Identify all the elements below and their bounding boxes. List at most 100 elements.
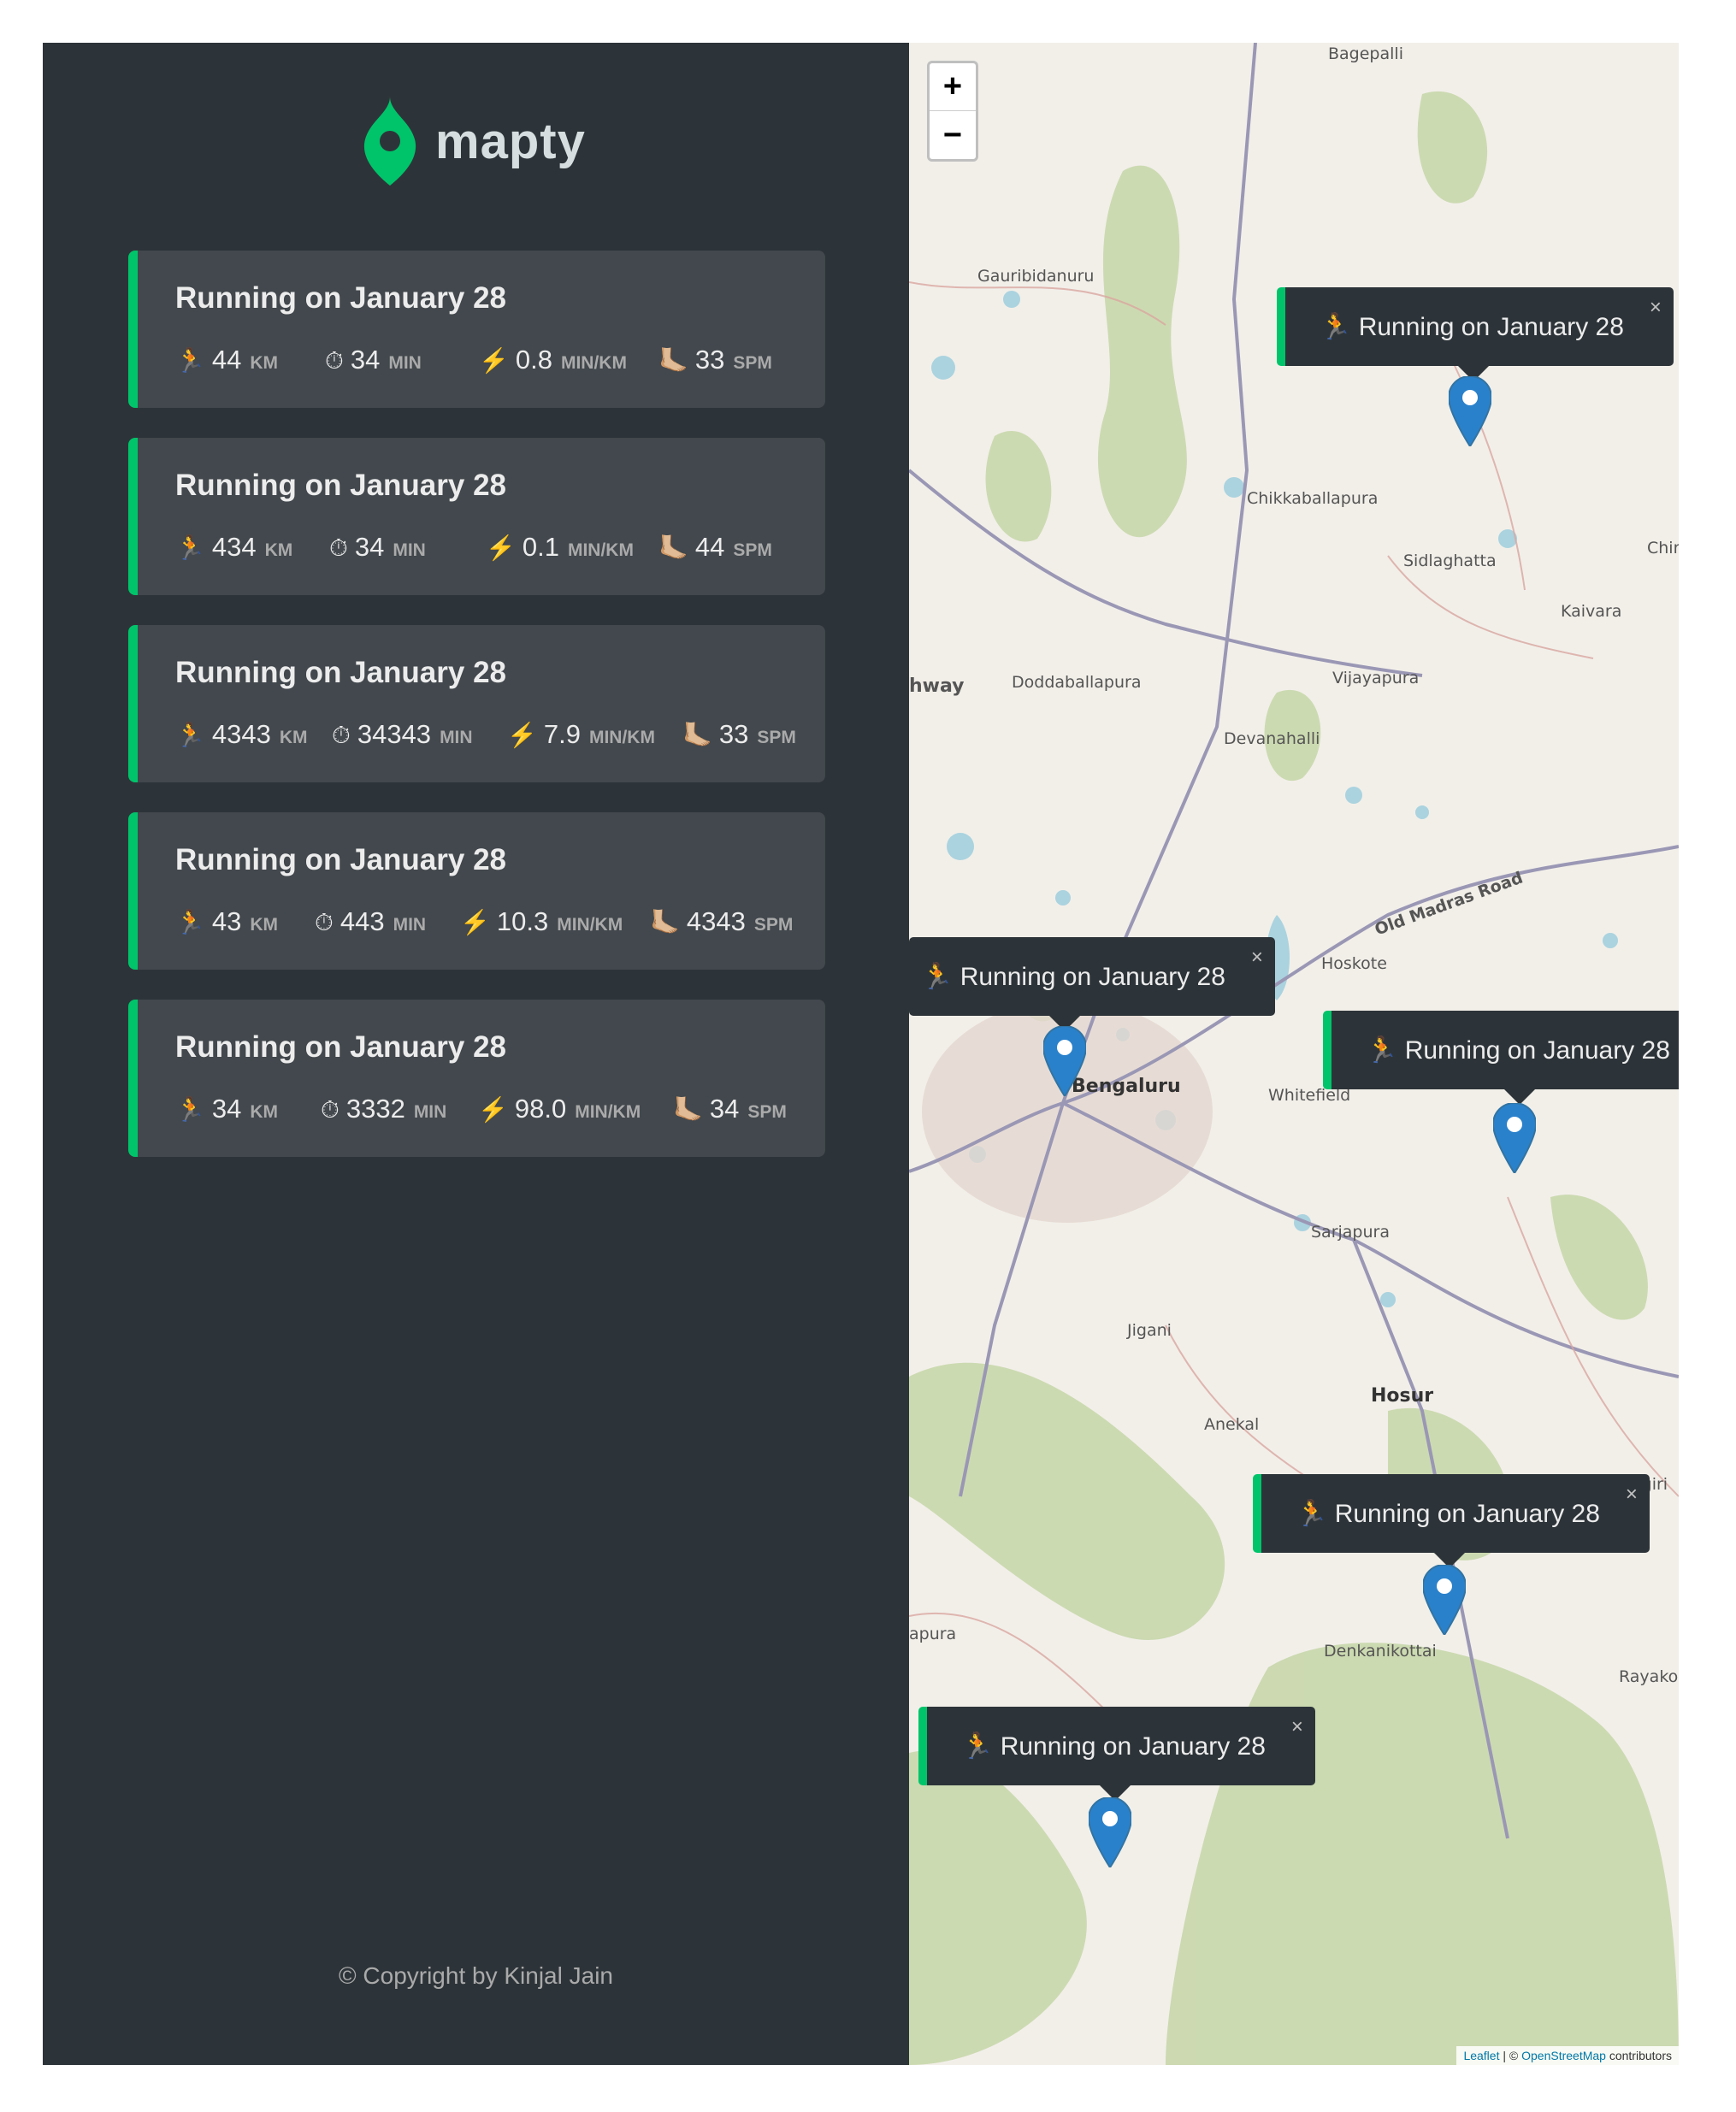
workout-item[interactable]: Running on January 28 🏃 34 km ⏱ 3332 min ⚡️ 9…	[128, 1000, 825, 1157]
workout-popup[interactable]: 🏃 Running on January 28 ×	[1277, 287, 1674, 381]
map-marker-icon[interactable]	[1089, 1797, 1131, 1867]
distance-detail: 🏃 44 km	[175, 345, 325, 375]
workout-details: 🏃 34 km ⏱ 3332 min ⚡️ 98.0 min/km 🦶🏼 34 spm	[175, 1094, 787, 1124]
distance-value: 44	[211, 345, 242, 375]
stopwatch-icon: ⏱	[332, 722, 351, 748]
place-label: hway	[909, 675, 965, 697]
stopwatch-icon: ⏱	[321, 1096, 340, 1123]
close-icon[interactable]: ×	[1626, 1483, 1638, 1507]
zoom-out-button[interactable]: −	[930, 111, 976, 159]
place-label: Denkanikottai	[1324, 1642, 1437, 1661]
lightning-icon: ⚡️	[486, 534, 516, 561]
workout-details: 🏃 434 km ⏱ 34 min ⚡️ 0.1 min/km 🦶🏼 44 spm	[175, 532, 772, 563]
duration-value: 34	[354, 532, 385, 562]
place-label: Sarjapura	[1311, 1223, 1390, 1242]
stopwatch-icon: ⏱	[325, 347, 344, 374]
map-marker-icon[interactable]	[1493, 1103, 1536, 1173]
workout-title: Running on January 28	[175, 656, 506, 689]
cadence-detail: 🦶🏼 34 spm	[673, 1094, 787, 1124]
workout-details: 🏃 44 km ⏱ 34 min ⚡️ 0.8 min/km 🦶🏼 33 spm	[175, 345, 772, 375]
close-icon[interactable]: ×	[1251, 946, 1263, 970]
cadence-unit: spm	[757, 728, 796, 747]
pace-detail: ⚡️ 10.3 min/km	[460, 906, 650, 937]
workout-popup[interactable]: 🏃 Running on January 28 ×	[1253, 1474, 1650, 1568]
place-label: Sidlaghatta	[1403, 552, 1497, 570]
lightning-icon: ⚡️	[460, 909, 490, 935]
duration-unit: min	[388, 353, 422, 373]
sidebar: mapty Running on January 28 🏃 44 km ⏱ 34 min…	[43, 43, 909, 2065]
workout-list: Running on January 28 🏃 44 km ⏱ 34 min ⚡️ 0.8…	[128, 251, 825, 1187]
zoom-control: + −	[927, 61, 978, 162]
workout-title: Running on January 28	[175, 469, 506, 502]
pace-value: 0.8	[515, 345, 552, 375]
lightning-icon: ⚡️	[507, 722, 537, 748]
osm-link[interactable]: OpenStreetMap	[1521, 2049, 1606, 2062]
distance-unit: km	[250, 353, 279, 373]
popup-text: 🏃 Running on January 28	[961, 1731, 1266, 1761]
foot-icon: 🦶🏼	[658, 347, 688, 374]
popup-text: 🏃 Running on January 28	[921, 962, 1225, 991]
workout-popup[interactable]: 🏃 Running on January 28 ×	[918, 1707, 1315, 1801]
place-label: Bagepalli	[1328, 44, 1403, 63]
lightning-icon: ⚡️	[478, 1096, 508, 1123]
popup-text: 🏃 Running on January 28	[1296, 1499, 1600, 1528]
cadence-detail: 🦶🏼 33 spm	[658, 345, 772, 375]
place-label: Bengaluru	[1072, 1076, 1181, 1097]
attribution-suffix: contributors	[1605, 2049, 1672, 2062]
close-icon[interactable]: ×	[1650, 296, 1662, 320]
workout-item[interactable]: Running on January 28 🏃 44 km ⏱ 34 min ⚡️ 0.8…	[128, 251, 825, 408]
workout-item[interactable]: Running on January 28 🏃 434 km ⏱ 34 min ⚡️ 0.…	[128, 438, 825, 595]
duration-value: 3332	[345, 1094, 405, 1124]
distance-value: 4343	[211, 719, 271, 749]
workout-item[interactable]: Running on January 28 🏃 4343 km ⏱ 34343 min …	[128, 625, 825, 782]
runner-icon: 🏃	[175, 1096, 205, 1123]
pace-unit: min/km	[588, 728, 655, 747]
lightning-icon: ⚡️	[479, 347, 509, 374]
copyright-text: © Copyright by Kinjal Jain	[338, 1962, 613, 1989]
stopwatch-icon: ⏱	[329, 534, 348, 561]
map-marker-icon[interactable]	[1449, 376, 1491, 446]
cadence-unit: spm	[733, 540, 772, 560]
place-label: Vijayapura	[1332, 669, 1420, 687]
pace-detail: ⚡️ 0.8 min/km	[479, 345, 658, 375]
zoom-in-button[interactable]: +	[930, 63, 976, 111]
duration-unit: min	[393, 540, 426, 560]
distance-value: 34	[211, 1094, 242, 1124]
workout-popup[interactable]: 🏃 Running on January 28	[1323, 1011, 1679, 1105]
cadence-unit: spm	[733, 353, 772, 373]
place-label: Anekal	[1204, 1415, 1260, 1434]
leaflet-link[interactable]: Leaflet	[1463, 2049, 1499, 2062]
map-marker-icon[interactable]	[1043, 1026, 1086, 1096]
pace-unit: min/km	[567, 540, 634, 560]
foot-icon: 🦶🏼	[682, 722, 712, 748]
map[interactable]: Bagepalli Gauribidanuru Chikkaballapura …	[909, 43, 1679, 2065]
distance-unit: km	[250, 915, 279, 935]
popup-text: 🏃 Running on January 28	[1366, 1035, 1670, 1065]
place-label: Hosur	[1371, 1385, 1434, 1407]
pace-detail: ⚡️ 98.0 min/km	[478, 1094, 673, 1124]
foot-icon: 🦶🏼	[673, 1096, 703, 1123]
close-icon[interactable]: ×	[1291, 1715, 1303, 1739]
map-pin-logo-icon	[363, 97, 416, 186]
foot-icon: 🦶🏼	[650, 909, 680, 935]
logo: mapty	[363, 94, 586, 188]
duration-unit: min	[413, 1102, 447, 1122]
workout-popup[interactable]: 🏃 Running on January 28 ×	[909, 937, 1275, 1031]
pace-value: 0.1	[522, 532, 559, 562]
cadence-value: 33	[718, 719, 749, 749]
pace-unit: min/km	[575, 1102, 641, 1122]
distance-detail: 🏃 43 km	[175, 906, 315, 937]
map-marker-icon[interactable]	[1423, 1565, 1466, 1635]
duration-value: 443	[340, 906, 385, 936]
distance-value: 434	[211, 532, 257, 562]
workout-title: Running on January 28	[175, 281, 506, 315]
pace-value: 98.0	[514, 1094, 567, 1124]
workout-title: Running on January 28	[175, 1030, 506, 1064]
cadence-detail: 🦶🏼 44 spm	[658, 532, 772, 563]
workout-item[interactable]: Running on January 28 🏃 43 km ⏱ 443 min ⚡️ 10…	[128, 812, 825, 970]
cadence-detail: 🦶🏼 33 spm	[682, 719, 796, 750]
runner-icon: 🏃	[175, 534, 205, 561]
place-label: Chir	[1647, 539, 1679, 557]
duration-unit: min	[440, 728, 473, 747]
place-label: Chikkaballapura	[1247, 489, 1379, 508]
